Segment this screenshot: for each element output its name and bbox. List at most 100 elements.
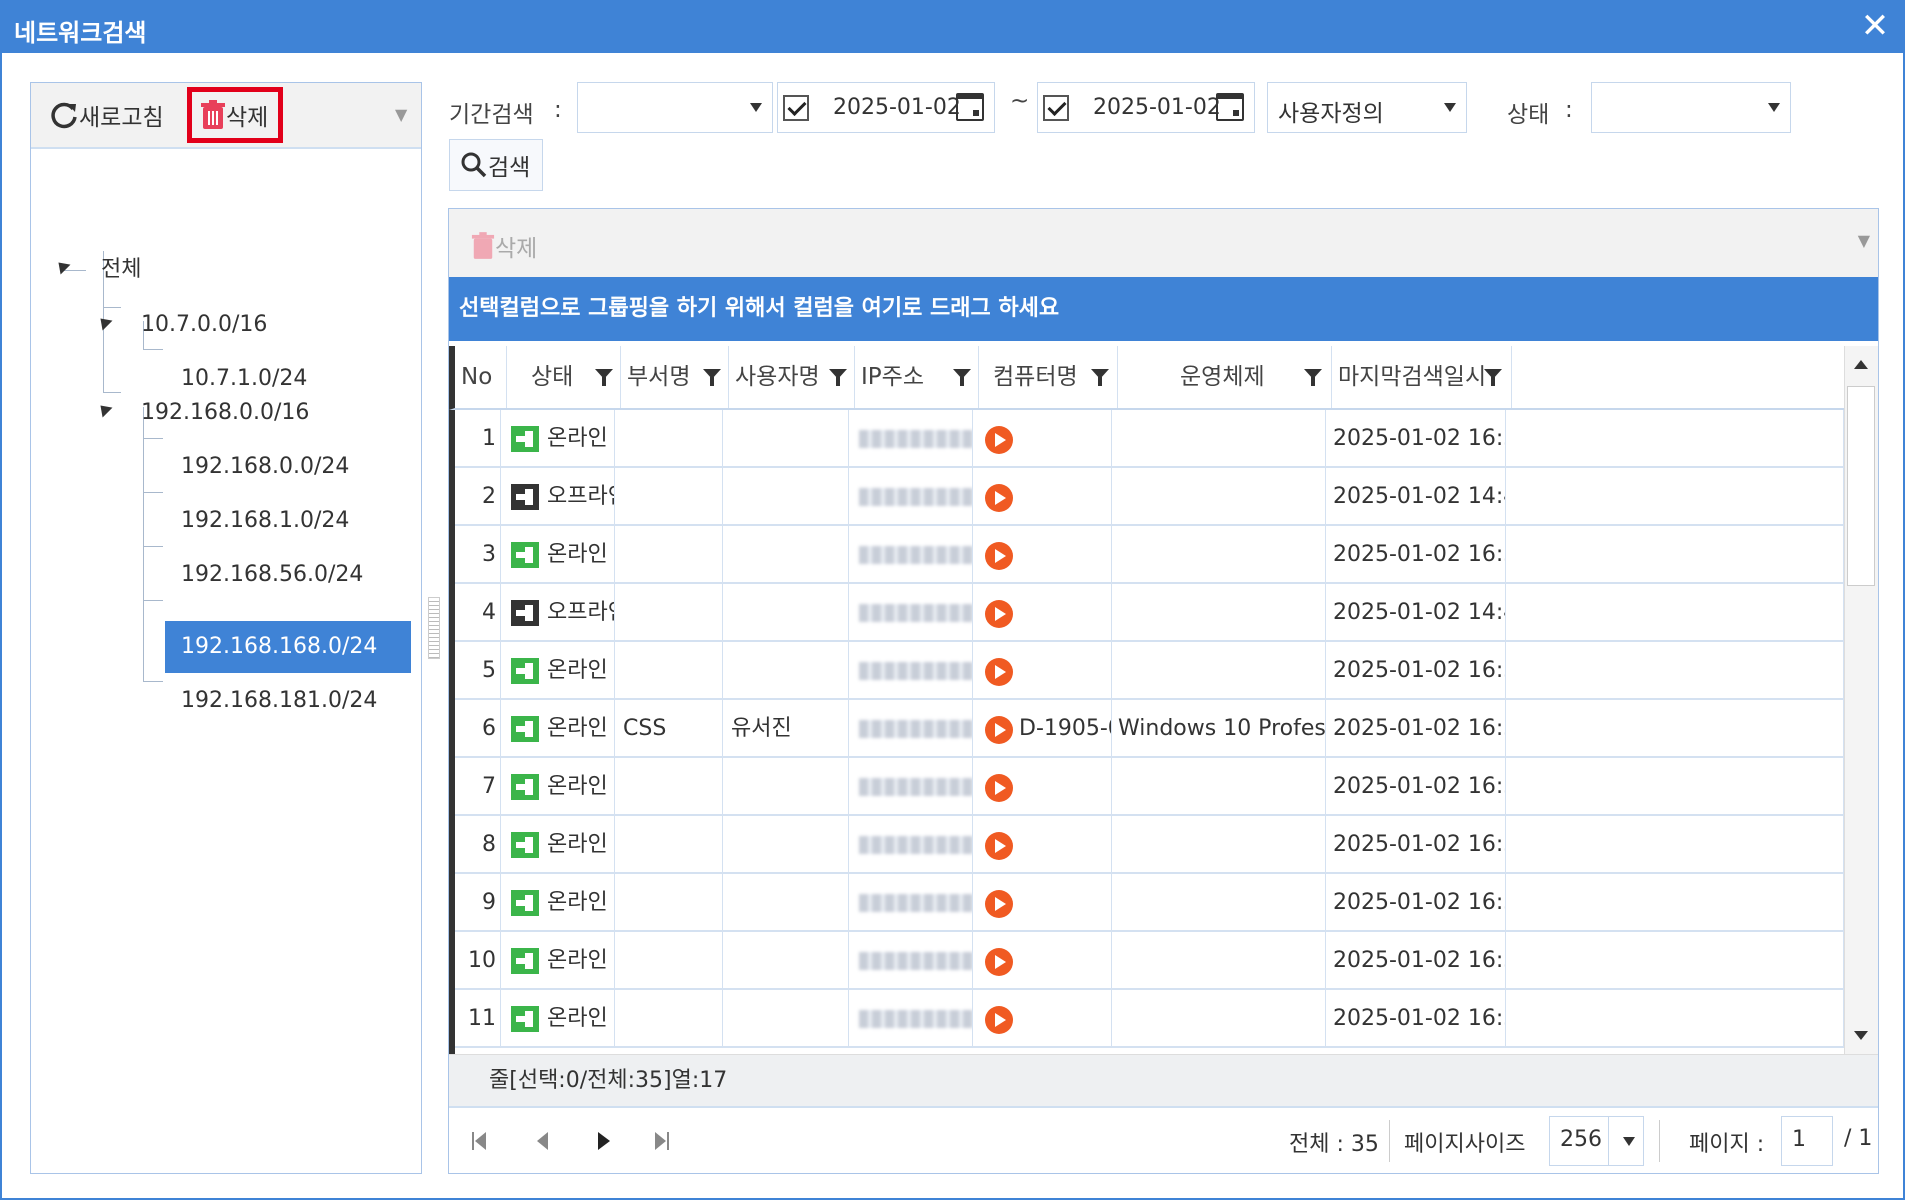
panel-splitter-handle[interactable] <box>428 597 440 659</box>
cell-ip <box>849 932 973 990</box>
tree-node-192-168-0-0-24[interactable]: 192.168.0.0/24 <box>181 441 349 493</box>
table-row[interactable]: 5 온라인 2025-01-02 16:50:27 <box>455 642 1844 700</box>
page-number-input[interactable]: 1 <box>1781 1116 1833 1166</box>
period-combo[interactable] <box>577 82 773 133</box>
cell-user <box>723 526 849 584</box>
date-from-checkbox[interactable] <box>783 95 809 121</box>
calendar-icon[interactable] <box>956 93 984 121</box>
table-row[interactable]: 10 온라인 2025-01-02 16:50:27 <box>455 932 1844 990</box>
table-row[interactable]: 4 오프라인 2025-01-02 14:46:05 <box>455 584 1844 642</box>
column-header-user[interactable]: 사용자명 <box>729 346 855 408</box>
table-row[interactable]: 2 오프라인 2025-01-02 14:46:05 <box>455 468 1844 526</box>
prev-page-icon[interactable] <box>537 1132 548 1150</box>
play-icon[interactable] <box>985 948 1013 976</box>
cell-no: 10 <box>455 932 501 990</box>
status-text: 오프라인 <box>547 484 614 509</box>
grid-vertical-scrollbar[interactable] <box>1844 346 1878 1054</box>
first-page-icon[interactable] <box>472 1132 486 1150</box>
filter-icon[interactable] <box>1091 369 1109 386</box>
play-icon[interactable] <box>985 600 1013 628</box>
cell-os <box>1112 642 1326 700</box>
status-combo[interactable] <box>1591 82 1791 133</box>
scroll-up-icon[interactable] <box>1854 360 1868 369</box>
tree-node-192-168-181-0-24[interactable]: 192.168.181.0/24 <box>181 675 377 727</box>
tree-node-label: 192.168.56.0/24 <box>181 562 364 587</box>
last-page-icon[interactable] <box>655 1132 669 1150</box>
play-icon[interactable] <box>985 890 1013 918</box>
cell-computer <box>973 642 1112 700</box>
page-total: / 1 <box>1844 1126 1873 1151</box>
column-header-computer[interactable]: 컴퓨터명 <box>979 346 1118 408</box>
range-type-combo[interactable]: 사용자정의 <box>1267 82 1467 133</box>
cell-last-search: 2025-01-02 16:50:27 <box>1326 816 1506 874</box>
play-icon[interactable] <box>985 716 1013 744</box>
filter-icon[interactable] <box>953 369 971 386</box>
tree-node-192-168-0-0-16[interactable]: 192.168.0.0/16 <box>141 387 309 439</box>
column-header-last-search[interactable]: 마지막검색일시 <box>1332 346 1512 408</box>
filter-icon[interactable] <box>703 369 721 386</box>
tree-delete-button[interactable]: 삭제 <box>187 87 284 143</box>
column-header-status[interactable]: 상태 <box>507 346 621 408</box>
tree-node-10-7-0-0[interactable]: 10.7.0.0/16 <box>141 299 267 351</box>
filter-icon[interactable] <box>829 369 847 386</box>
play-icon[interactable] <box>985 774 1013 802</box>
calendar-icon[interactable] <box>1216 93 1244 121</box>
cell-last-search: 2025-01-02 16:50:27 <box>1326 758 1506 816</box>
cell-status: 온라인 <box>501 758 615 816</box>
tree-node-192-168-168-0-24[interactable]: 192.168.168.0/24 <box>165 621 411 673</box>
table-row[interactable]: 6 온라인 CSS유서진 D-1905-005Windows 10 Professio… <box>455 700 1844 758</box>
column-header-dept[interactable]: 부서명 <box>621 346 729 408</box>
column-header-os[interactable]: 운영체제 <box>1118 346 1332 408</box>
search-icon <box>461 152 487 178</box>
column-header-no[interactable]: No <box>455 346 507 408</box>
page-size-combo[interactable]: 256 <box>1549 1116 1644 1166</box>
date-to-field[interactable]: 2025-01-02 <box>1037 82 1255 133</box>
tree-node-192-168-56-0-24[interactable]: 192.168.56.0/24 <box>181 549 363 601</box>
online-plug-icon <box>511 832 539 858</box>
grid-menu-chevron-icon[interactable]: ▼ <box>1858 231 1870 250</box>
date-from-field[interactable]: 2025-01-02 <box>777 82 995 133</box>
search-button[interactable]: 검색 <box>449 139 543 191</box>
table-row[interactable]: 3 온라인 2025-01-02 16:50:27 <box>455 526 1844 584</box>
play-icon[interactable] <box>985 658 1013 686</box>
table-row[interactable]: 11 온라인 2025-01-02 16:50:27 <box>455 990 1844 1048</box>
group-drop-panel[interactable]: 선택컬럼으로 그룹핑을 하기 위해서 컬럼을 여기로 드래그 하세요 <box>449 277 1878 341</box>
play-icon[interactable] <box>985 426 1013 454</box>
grid-delete-button[interactable]: 삭제 <box>471 229 537 263</box>
column-header-ip[interactable]: IP주소 <box>855 346 979 408</box>
scroll-thumb[interactable] <box>1847 386 1875 586</box>
period-colon: : <box>554 97 562 123</box>
refresh-label: 새로고침 <box>79 105 164 131</box>
play-icon[interactable] <box>985 484 1013 512</box>
refresh-button[interactable]: 새로고침 <box>49 83 164 147</box>
toolbar-menu-chevron-icon[interactable]: ▼ <box>395 105 411 124</box>
play-icon[interactable] <box>985 542 1013 570</box>
status-text: 온라인 <box>547 716 608 741</box>
expand-toggle-icon[interactable] <box>95 313 113 331</box>
table-row[interactable]: 1 온라인 2025-01-02 16:50:27 <box>455 410 1844 468</box>
filter-icon[interactable] <box>1304 369 1322 386</box>
cell-last-search: 2025-01-02 16:50:27 <box>1326 932 1506 990</box>
table-row[interactable]: 7 온라인 2025-01-02 16:50:27 <box>455 758 1844 816</box>
table-row[interactable]: 9 온라인 2025-01-02 16:50:27 <box>455 874 1844 932</box>
close-icon[interactable]: ✕ <box>1857 8 1893 44</box>
ip-redacted <box>859 430 972 448</box>
cell-user <box>723 642 849 700</box>
scroll-down-icon[interactable] <box>1854 1031 1868 1040</box>
expand-toggle-icon[interactable] <box>53 257 71 275</box>
tree-node-root[interactable]: 전체 <box>101 244 141 296</box>
grid-header: No 상태 부서명 사용자명 IP주소 컴퓨터명 운영체제 마지막검색일시 <box>449 346 1844 410</box>
cell-last-search: 2025-01-02 16:50:27 <box>1326 526 1506 584</box>
tree-node-192-168-1-0-24[interactable]: 192.168.1.0/24 <box>181 495 349 547</box>
play-icon[interactable] <box>985 832 1013 860</box>
cell-dept <box>615 816 723 874</box>
status-text: 온라인 <box>547 1006 608 1031</box>
filter-icon[interactable] <box>595 369 613 386</box>
date-to-checkbox[interactable] <box>1043 95 1069 121</box>
cell-no: 7 <box>455 758 501 816</box>
expand-toggle-icon[interactable] <box>95 400 113 418</box>
play-icon[interactable] <box>985 1006 1013 1034</box>
table-row[interactable]: 8 온라인 2025-01-02 16:50:27 <box>455 816 1844 874</box>
next-page-icon[interactable] <box>598 1132 610 1150</box>
filter-icon[interactable] <box>1484 369 1502 386</box>
